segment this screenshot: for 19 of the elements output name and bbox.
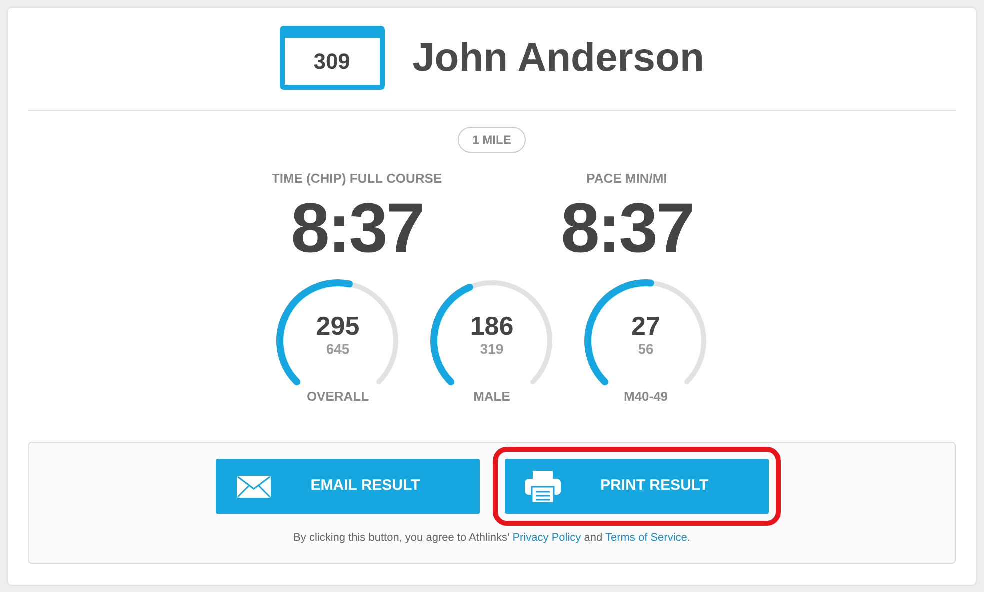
bib-number-badge: 309 (280, 26, 385, 90)
disclaimer-text: By clicking this button, you agree to Athlinks' Privacy Policy and Terms of Service. (294, 532, 690, 544)
stat-label: PACE MIN/MI (586, 170, 668, 188)
envelope-icon (236, 474, 272, 498)
printer-icon (524, 470, 560, 502)
rank-number: 186 (469, 312, 515, 338)
terms-of-service-link[interactable]: Terms of Service (605, 532, 688, 544)
privacy-policy-link[interactable]: Privacy Policy (512, 532, 582, 544)
runner-name: John Anderson (412, 35, 704, 82)
rank-total: 319 (479, 340, 505, 358)
rank-category: M40-49 (624, 388, 668, 404)
stat-value: 8:37 (560, 192, 694, 262)
email-result-button[interactable]: EMAIL RESULT (216, 459, 480, 514)
stat-value: 8:37 (290, 192, 424, 262)
print-result-button[interactable]: PRINT RESULT (504, 459, 768, 514)
rank-category: MALE (474, 388, 510, 404)
stat-label: TIME (CHIP) FULL COURSE (270, 170, 444, 188)
distance-pill: 1 MILE (458, 127, 526, 153)
rank-category: OVERALL (306, 388, 370, 404)
